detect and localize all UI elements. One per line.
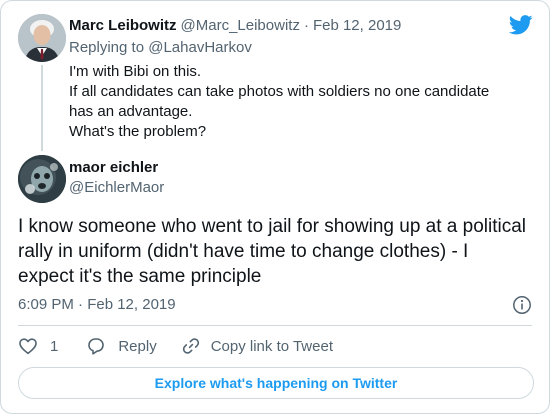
tweet-embed-card: Marc Leibowitz @Marc_Leibowitz · Feb 12,… (0, 0, 550, 414)
heart-icon (19, 338, 37, 355)
copy-link-label: Copy link to Tweet (210, 337, 333, 355)
explore-twitter-button[interactable]: Explore what's happening on Twitter (18, 367, 534, 399)
parent-tweet-text: I'm with Bibi on this. If all candidates… (69, 62, 509, 142)
like-button[interactable]: 1 (18, 336, 58, 356)
parent-tweet-line: I'm with Bibi on this. (69, 63, 202, 80)
main-tweet-text: I know someone who went to jail for show… (18, 216, 526, 287)
reply-button[interactable]: Reply (86, 336, 157, 356)
thread-connector-line (41, 65, 43, 151)
parent-tweet-line: What's the problem? (69, 123, 207, 140)
replying-to-line: Replying to @LahavHarkov (69, 38, 509, 58)
like-count: 1 (50, 337, 59, 355)
parent-tweet[interactable]: Marc Leibowitz @Marc_Leibowitz · Feb 12,… (69, 16, 509, 142)
parent-tweet-line: If all candidates can take photos with s… (69, 83, 490, 120)
maor-eichler-avatar[interactable] (18, 155, 66, 203)
tweet-actions: 1 Reply Copy link to Tweet (18, 335, 333, 357)
copy-link-button[interactable]: Copy link to Tweet (181, 336, 333, 356)
parent-author-handle[interactable]: @Marc_Leibowitz (181, 16, 300, 36)
main-tweet-timestamp[interactable]: 6:09 PM · Feb 12, 2019 (18, 295, 176, 315)
info-icon[interactable] (512, 295, 532, 315)
divider (18, 325, 532, 326)
main-author-handle[interactable]: @EichlerMaor (69, 178, 164, 198)
main-author-name[interactable]: maor eichler (69, 158, 164, 178)
reply-label: Reply (118, 337, 157, 355)
parent-tweet-date[interactable]: Feb 12, 2019 (313, 16, 401, 36)
replying-to-prefix: Replying to (69, 39, 145, 56)
reply-icon (88, 338, 105, 355)
separator-dot: · (303, 17, 309, 34)
main-tweet-author[interactable]: maor eichler @EichlerMaor (69, 158, 164, 198)
marc-leibowitz-avatar[interactable] (18, 14, 66, 62)
twitter-bird-icon[interactable] (509, 15, 533, 35)
parent-author-name[interactable]: Marc Leibowitz (69, 16, 177, 36)
link-icon (182, 338, 199, 354)
replying-to-mention[interactable]: @LahavHarkov (148, 39, 252, 56)
